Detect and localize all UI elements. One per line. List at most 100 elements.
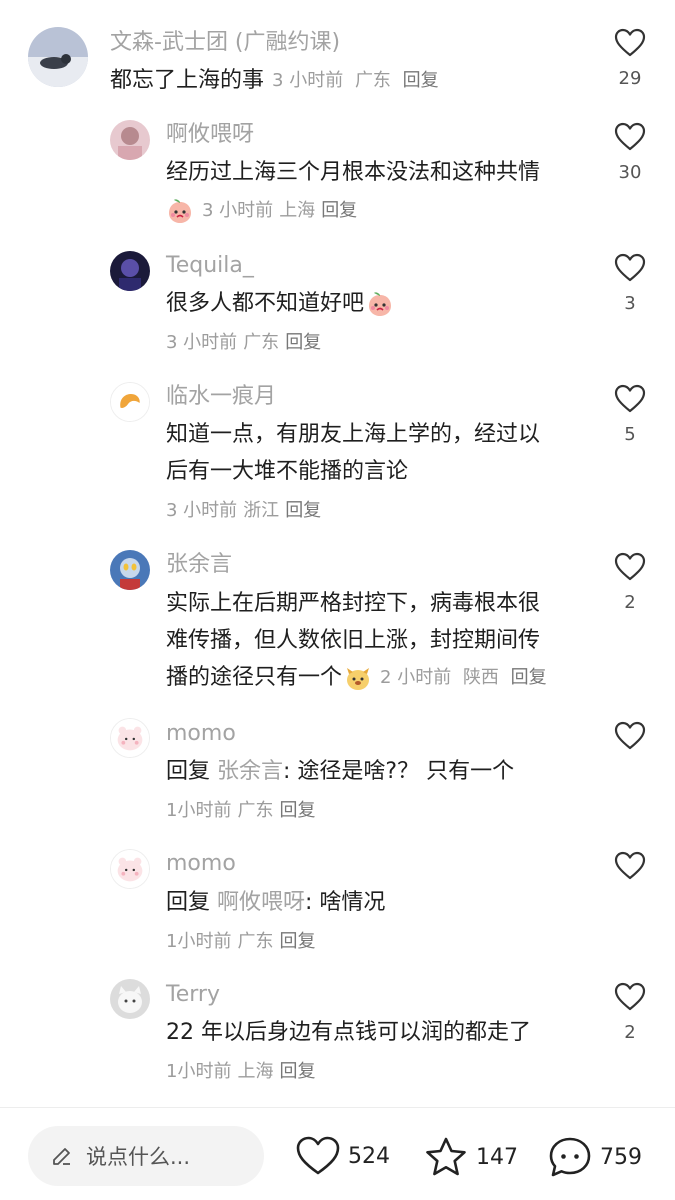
reply-button[interactable]: 回复 [285, 497, 321, 525]
like-count: 30 [618, 162, 642, 183]
comment-location: 浙江 [243, 500, 280, 521]
avatar[interactable] [110, 718, 150, 758]
dog-emoji [344, 664, 372, 692]
comment-location: 广东 [237, 800, 274, 821]
comment-text-line: 知道一点，有朋友上海上学的，经过以 [166, 422, 541, 447]
like-button[interactable]: 2 [608, 982, 652, 1044]
heart-icon [614, 28, 646, 57]
reply-button[interactable]: 回复 [321, 197, 357, 225]
comment-location: 上海 [279, 200, 316, 221]
comment-input[interactable]: 说点什么... [28, 1126, 264, 1186]
comment-meta: 3 小时前 广东 回复 [166, 329, 327, 357]
heart-icon [614, 552, 646, 581]
bottom-action-bar: 说点什么... 524 147 759 [0, 1107, 675, 1200]
favorite-total-count: 147 [476, 1144, 518, 1170]
like-button[interactable]: 29 [608, 28, 652, 90]
like-count: 29 [618, 68, 642, 89]
comment-text-line: 后有一大堆不能播的言论 [166, 459, 409, 484]
comment-meta: 1小时前 广东 回复 [166, 797, 321, 825]
comment-text: 播的途径只有一个 2 小时前 陕西 回复 [166, 659, 553, 696]
reply-button[interactable]: 回复 [279, 1058, 315, 1086]
comment-meta: 3 小时前 上海 回复 [166, 197, 363, 225]
username[interactable]: 文森-武士团 (广融约课) [110, 29, 340, 57]
username[interactable]: 啊攸喂呀 [166, 121, 254, 149]
comment-time: 1小时前 [166, 931, 232, 952]
avatar[interactable] [110, 849, 150, 889]
comment-text: 都忘了上海的事 3 小时前 广东 回复 [110, 62, 445, 99]
chat-bubble-icon [549, 1137, 591, 1177]
comment-text: 很多人都不知道好吧 [166, 285, 394, 322]
comment-time: 1小时前 [166, 1061, 232, 1082]
username[interactable]: momo [166, 720, 236, 748]
comment-location: 陕西 [462, 667, 499, 688]
username[interactable]: 张余言 [166, 551, 232, 579]
comment-text: 回复 啊攸喂呀: 啥情况 [166, 884, 385, 921]
peach-crying-emoji [366, 290, 394, 318]
like-action-button[interactable]: 524 [296, 1136, 390, 1176]
comment-input-placeholder: 说点什么... [86, 1145, 191, 1169]
heart-icon [614, 721, 646, 750]
comment-text-line: 播的途径只有一个 [166, 665, 343, 690]
comment-location: 广东 [237, 931, 274, 952]
reply-button[interactable]: 回复 [279, 928, 315, 956]
reply-prefix: 回复 [166, 890, 211, 915]
comment-text-line: : 途径是啥?？ 只有一个 [283, 759, 515, 784]
avatar[interactable] [110, 251, 150, 291]
comment-meta: 2 小时前 陕西 回复 [380, 659, 553, 696]
peach-crying-emoji [166, 197, 194, 225]
comment-meta: 1小时前 广东 回复 [166, 928, 321, 956]
favorite-action-button[interactable]: 147 [424, 1136, 518, 1178]
mention-link[interactable]: 张余言 [217, 759, 283, 784]
like-count: 5 [624, 424, 636, 445]
heart-icon [614, 384, 646, 413]
comment-time: 3 小时前 [202, 200, 274, 221]
heart-icon [614, 982, 646, 1011]
like-button[interactable]: 5 [608, 384, 652, 446]
like-total-count: 524 [348, 1143, 390, 1169]
heart-icon [296, 1136, 340, 1175]
comment-meta: 1小时前 上海 回复 [166, 1058, 321, 1086]
comment-text-line: 实际上在后期严格封控下，病毒根本很 [166, 591, 541, 616]
comment-text-line: 都忘了上海的事 [110, 68, 265, 93]
heart-icon [614, 253, 646, 282]
username[interactable]: 临水一痕月 [166, 383, 276, 411]
reply-button[interactable]: 回复 [511, 667, 547, 688]
reply-prefix: 回复 [166, 759, 211, 784]
comment-time: 1小时前 [166, 800, 232, 821]
comment-meta: 3 小时前 广东 回复 [272, 62, 445, 99]
comment-time: 3 小时前 [166, 500, 238, 521]
like-button[interactable]: 3 [608, 253, 652, 315]
username[interactable]: Tequila_ [166, 252, 254, 280]
comment-text-line: 经历过上海三个月根本没法和这种共情 [166, 160, 541, 185]
avatar[interactable] [110, 979, 150, 1019]
avatar[interactable] [110, 120, 150, 160]
avatar[interactable] [28, 27, 88, 87]
like-button[interactable] [608, 851, 652, 881]
comment-total-count: 759 [600, 1144, 642, 1170]
username[interactable]: Terry [166, 981, 220, 1009]
avatar[interactable] [110, 550, 150, 590]
reply-button[interactable]: 回复 [279, 797, 315, 825]
comment-text-line: 22 年以后身边有点钱可以润的都走了 [166, 1020, 531, 1045]
like-count: 2 [624, 592, 636, 613]
comment-time: 2 小时前 [380, 667, 452, 688]
like-count: 3 [624, 293, 636, 314]
username[interactable]: momo [166, 850, 236, 878]
avatar[interactable] [110, 382, 150, 422]
like-button[interactable]: 2 [608, 552, 652, 614]
comment-time: 3 小时前 [166, 332, 238, 353]
comment-location: 广东 [243, 332, 280, 353]
comment-meta: 3 小时前 浙江 回复 [166, 497, 327, 525]
comment-location: 广东 [354, 70, 391, 91]
comment-action-button[interactable]: 759 [548, 1136, 642, 1178]
reply-button[interactable]: 回复 [285, 329, 321, 357]
comment-text: 回复 张余言: 途径是啥?？ 只有一个 [166, 753, 514, 790]
reply-button[interactable]: 回复 [403, 70, 439, 91]
like-count: 2 [624, 1022, 636, 1043]
heart-icon [614, 122, 646, 151]
mention-link[interactable]: 啊攸喂呀 [217, 890, 305, 915]
pencil-icon [53, 1148, 70, 1165]
star-icon [426, 1137, 466, 1176]
like-button[interactable] [608, 721, 652, 751]
like-button[interactable]: 30 [608, 122, 652, 184]
